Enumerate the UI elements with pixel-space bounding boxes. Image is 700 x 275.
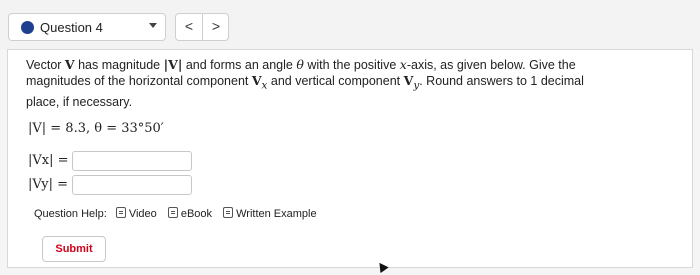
document-icon [223, 207, 234, 218]
stem-text: and forms an angle [182, 58, 297, 72]
help-written-example-label: Written Example [236, 208, 317, 220]
vector-symbol: V [64, 57, 75, 72]
stem-text: and vertical component [267, 74, 404, 88]
theta-symbol: θ [296, 57, 304, 72]
question-panel: Vector V has magnitude |V| and forms an … [7, 49, 693, 268]
question-status-dot-icon [21, 21, 34, 34]
submit-button[interactable]: Submit [42, 236, 106, 262]
answer-label-vx: |Vx| = [28, 153, 69, 168]
document-icon [167, 207, 178, 218]
vx-symbol: V [251, 73, 262, 88]
previous-question-button[interactable]: < [176, 14, 203, 40]
help-video-label: Video [128, 208, 157, 220]
help-ebook-label: eBook [180, 208, 213, 220]
help-video-link[interactable]: Video [115, 207, 157, 220]
help-ebook-link[interactable]: eBook [167, 207, 213, 220]
document-icon [115, 207, 126, 218]
top-bar: Question 4 < > [0, 0, 700, 50]
vy-answer-input[interactable] [72, 175, 192, 195]
stem-text: has magnitude [74, 58, 164, 72]
stem-text: Vector [26, 58, 65, 72]
question-help-label: Question Help: [34, 208, 107, 220]
help-written-example-link[interactable]: Written Example [223, 207, 317, 220]
question-selector[interactable]: Question 4 [8, 13, 166, 41]
vy-symbol: V [403, 73, 414, 88]
stem-text: with the positive [303, 58, 400, 72]
next-question-button[interactable]: > [203, 14, 229, 40]
vx-answer-input[interactable] [72, 151, 192, 171]
question-help: Question Help: Video eBook Written Examp… [34, 207, 325, 220]
question-nav-group: < > [175, 13, 229, 41]
answer-label-vy: |Vy| = [28, 177, 68, 192]
given-values: |V| = 8.3, θ = 33°50′ [28, 121, 164, 136]
magnitude-symbol: |V| [163, 57, 183, 72]
chevron-down-icon [149, 23, 157, 28]
x-symbol: x [399, 57, 407, 72]
question-stem: Vector V has magnitude |V| and forms an … [26, 57, 586, 110]
question-selector-label: Question 4 [40, 20, 103, 35]
